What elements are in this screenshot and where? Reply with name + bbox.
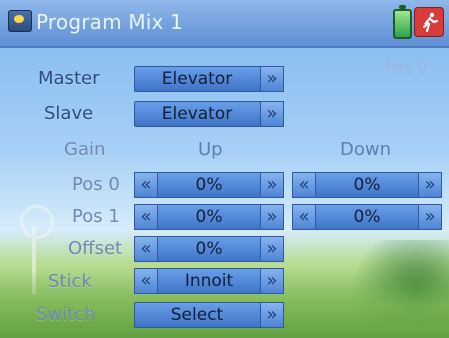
pos0-label: Pos 0 xyxy=(72,174,120,195)
app-icon xyxy=(8,10,32,32)
pos1-up-increase-button[interactable]: » xyxy=(260,204,284,230)
switch-select[interactable]: Select » xyxy=(134,302,284,328)
offset-decrease-button[interactable]: « xyxy=(134,236,158,262)
pos0-down-stepper[interactable]: « 0% » xyxy=(292,172,442,198)
slave-value: Elevator xyxy=(161,104,233,124)
master-value: Elevator xyxy=(161,69,233,89)
pos0-down-decrease-button[interactable]: « xyxy=(292,172,316,198)
down-header: Down xyxy=(340,139,392,160)
master-label: Master xyxy=(38,68,100,89)
pos1-up-value: 0% xyxy=(195,207,223,227)
pos1-down-decrease-button[interactable]: « xyxy=(292,204,316,230)
offset-increase-button[interactable]: » xyxy=(260,236,284,262)
pos0-up-decrease-button[interactable]: « xyxy=(134,172,158,198)
gain-label: Gain xyxy=(64,139,106,160)
stick-select[interactable]: « Innoit » xyxy=(134,268,284,294)
offset-value: 0% xyxy=(195,239,223,259)
runner-icon[interactable] xyxy=(414,7,444,37)
pos1-up-stepper[interactable]: « 0% » xyxy=(134,204,284,230)
title-bar: Program Mix 1 xyxy=(0,0,449,48)
battery-icon xyxy=(393,5,412,39)
switch-next-button[interactable]: » xyxy=(260,302,284,328)
slave-select[interactable]: Elevator » xyxy=(134,101,284,127)
pos1-down-stepper[interactable]: « 0% » xyxy=(292,204,442,230)
slave-label: Slave xyxy=(44,103,94,124)
pos1-up-decrease-button[interactable]: « xyxy=(134,204,158,230)
offset-stepper[interactable]: « 0% » xyxy=(134,236,284,262)
pos1-down-value: 0% xyxy=(353,207,381,227)
pos0-up-value: 0% xyxy=(195,175,223,195)
up-header: Up xyxy=(198,139,223,160)
stick-next-button[interactable]: » xyxy=(260,268,284,294)
master-next-button[interactable]: » xyxy=(260,66,284,92)
stick-prev-button[interactable]: « xyxy=(134,268,158,294)
page-title: Program Mix 1 xyxy=(36,10,184,34)
offset-label: Offset xyxy=(68,238,123,259)
master-select[interactable]: Elevator » xyxy=(134,66,284,92)
switch-value: Select xyxy=(170,305,224,325)
screen: Program Mix 1 Pos 0 Master Elevator » Sl… xyxy=(0,0,449,338)
pos0-up-increase-button[interactable]: » xyxy=(260,172,284,198)
pos0-down-increase-button[interactable]: » xyxy=(418,172,442,198)
pos0-up-stepper[interactable]: « 0% » xyxy=(134,172,284,198)
pos0-down-value: 0% xyxy=(353,175,381,195)
switch-label: Switch xyxy=(36,304,96,325)
slave-next-button[interactable]: » xyxy=(260,101,284,127)
stick-label: Stick xyxy=(48,271,92,292)
pos1-label: Pos 1 xyxy=(72,206,120,227)
pos1-down-increase-button[interactable]: » xyxy=(418,204,442,230)
stick-value: Innoit xyxy=(184,271,234,291)
pos-indicator: Pos 0 xyxy=(385,58,428,77)
